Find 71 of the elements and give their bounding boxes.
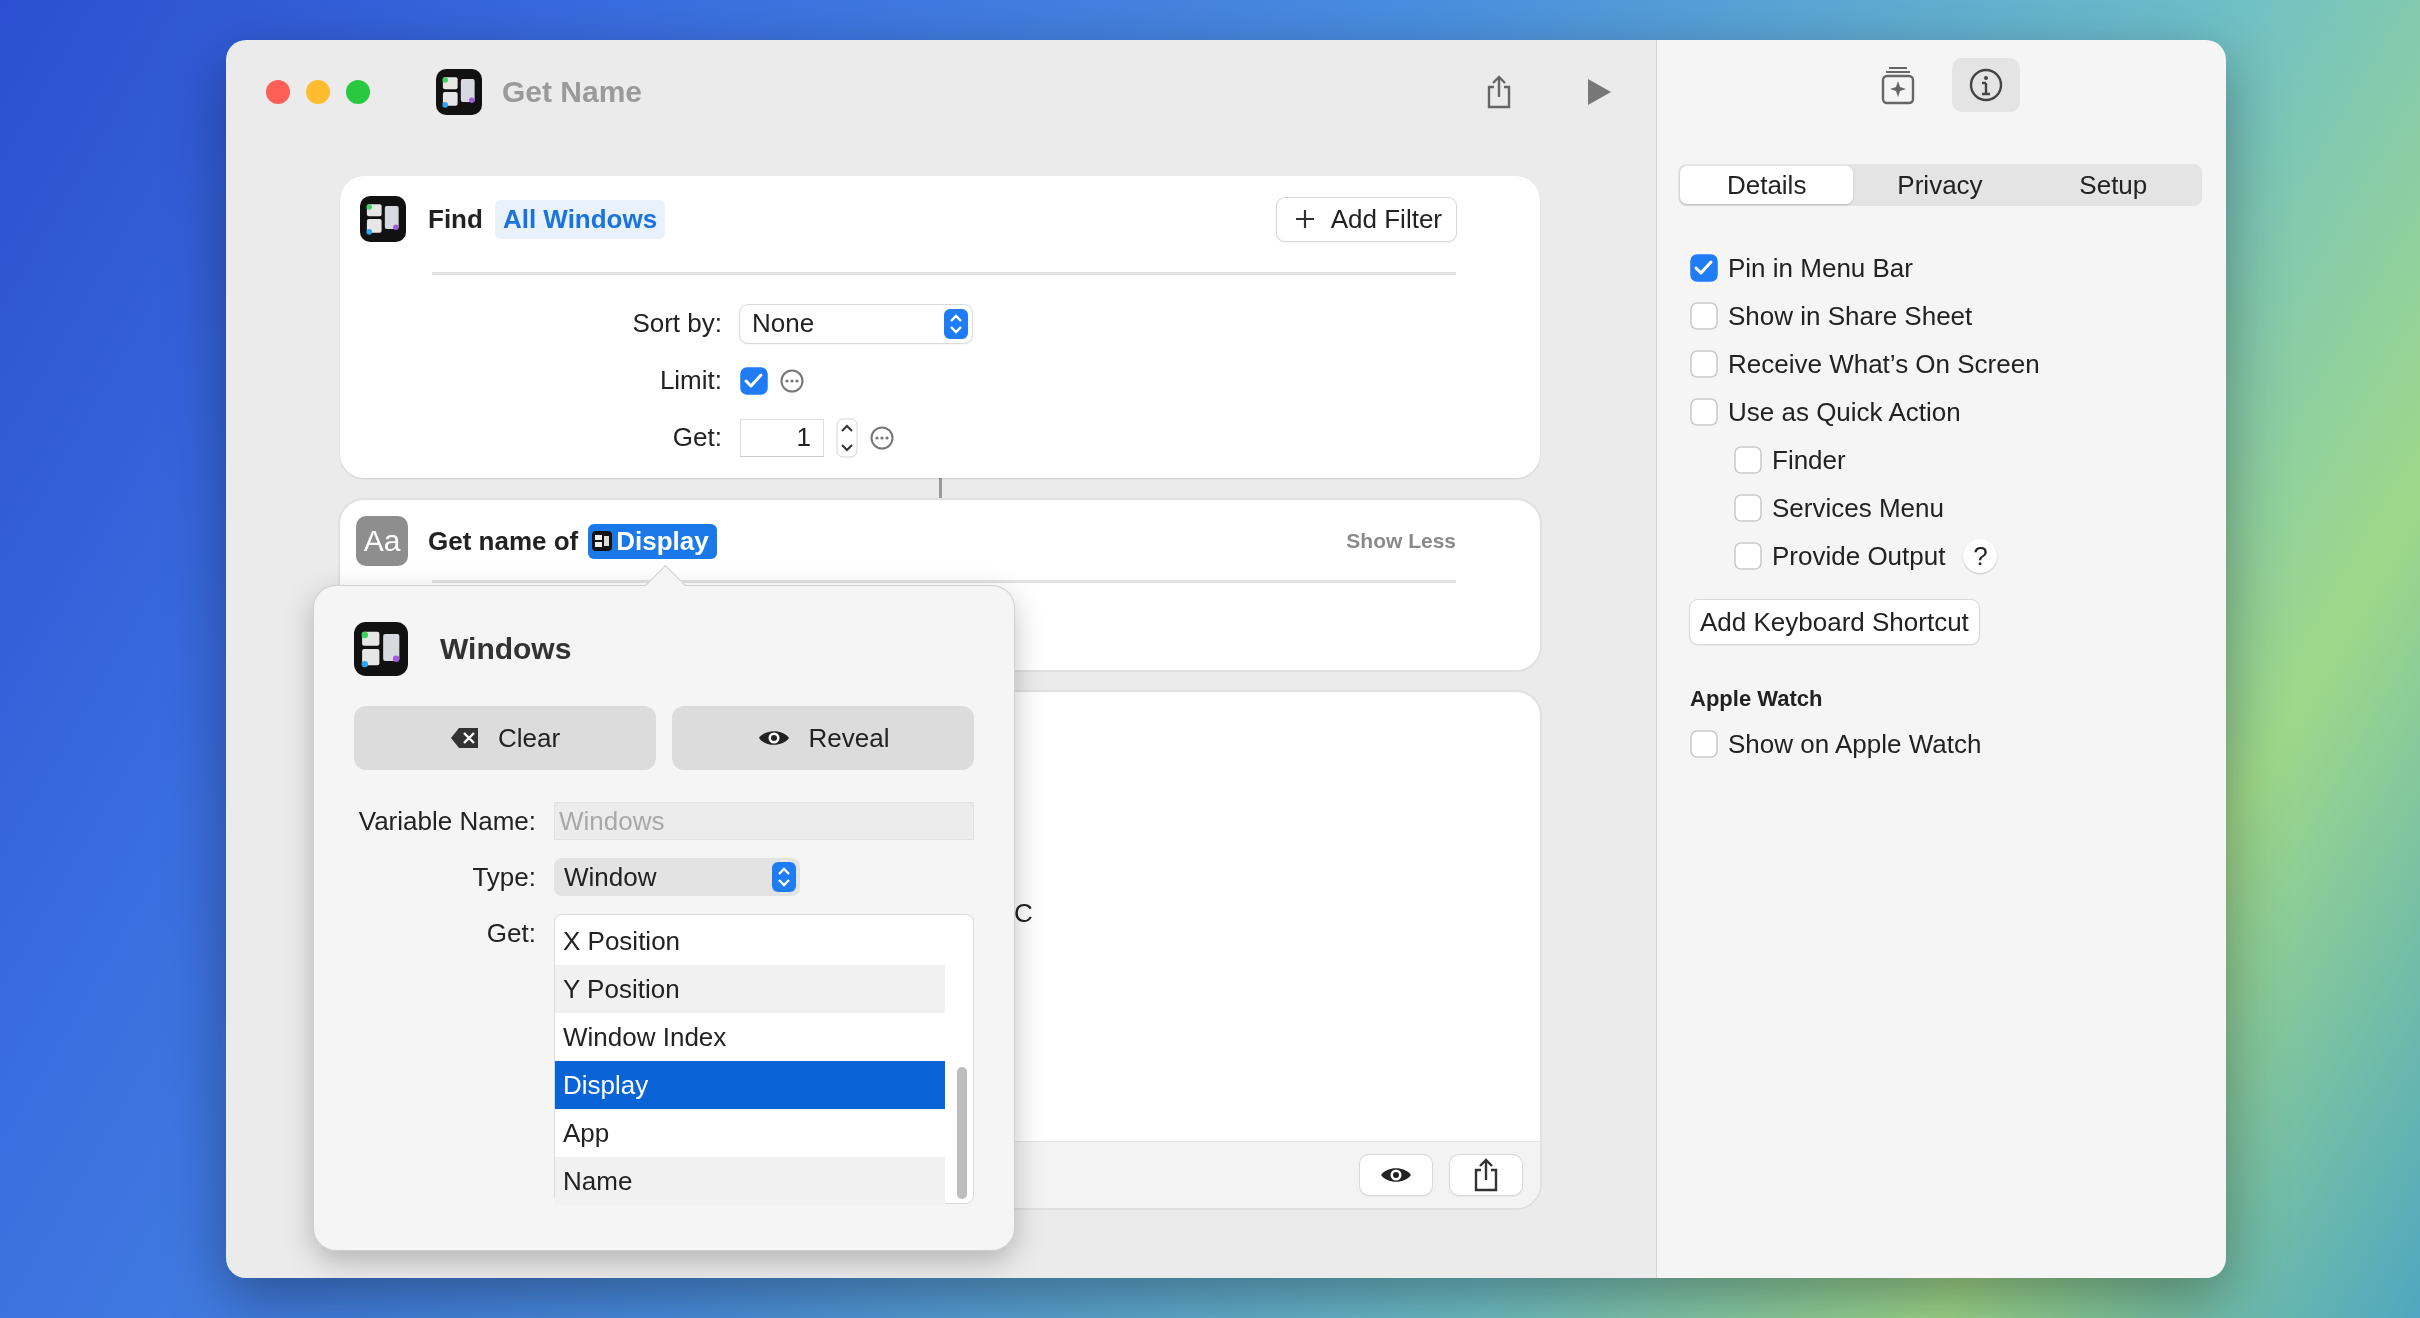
checkbox[interactable] bbox=[1690, 730, 1718, 758]
eye-icon bbox=[1379, 1165, 1413, 1185]
scrollbar[interactable] bbox=[957, 1067, 967, 1199]
tab[interactable]: Setup bbox=[2026, 166, 2200, 204]
checkbox[interactable] bbox=[1734, 494, 1762, 522]
tab[interactable]: Privacy bbox=[1853, 166, 2027, 204]
more-icon[interactable] bbox=[780, 368, 804, 393]
section-heading: Apple Watch bbox=[1690, 686, 1824, 712]
text-action-icon: Aa bbox=[356, 516, 408, 566]
action-title: Find bbox=[428, 203, 483, 235]
variable-token[interactable]: All Windows bbox=[494, 199, 666, 239]
close-button[interactable] bbox=[266, 80, 290, 104]
checkbox-label: Provide Output bbox=[1772, 540, 1946, 572]
popover-title: Windows bbox=[440, 632, 572, 666]
list-item[interactable]: Name bbox=[555, 1157, 945, 1205]
preview-button[interactable] bbox=[1360, 1155, 1432, 1195]
checkbox[interactable] bbox=[1690, 302, 1718, 330]
field-label: Variable Name: bbox=[357, 805, 536, 837]
type-popup[interactable]: Window bbox=[554, 858, 800, 896]
field-label: Get: bbox=[485, 917, 536, 949]
info-button[interactable] bbox=[1951, 58, 2020, 112]
action-title: Get name of bbox=[428, 525, 579, 557]
stepper[interactable] bbox=[836, 417, 858, 458]
library-icon bbox=[1880, 65, 1915, 105]
windows-app-icon bbox=[354, 622, 408, 676]
add-shortcut-button[interactable]: Add Keyboard Shortcut bbox=[1690, 600, 1979, 644]
checkbox[interactable] bbox=[1690, 254, 1718, 282]
tab[interactable]: Details bbox=[1680, 166, 1854, 204]
sort-popup[interactable]: None bbox=[740, 304, 972, 343]
reveal-button[interactable]: Reveal bbox=[672, 706, 974, 770]
info-icon bbox=[1968, 68, 2003, 102]
plus-icon bbox=[1294, 209, 1315, 229]
share-icon[interactable] bbox=[1473, 1158, 1499, 1192]
share-button[interactable] bbox=[1450, 1155, 1522, 1195]
help-button[interactable]: ? bbox=[1963, 539, 1998, 573]
checkbox-label: Services Menu bbox=[1772, 492, 1944, 524]
field-label: Type: bbox=[471, 861, 536, 893]
checkbox[interactable] bbox=[1734, 446, 1762, 474]
list-item[interactable]: Window Index bbox=[555, 1013, 945, 1061]
field-label: Get: bbox=[671, 422, 723, 453]
chevron-icon bbox=[944, 308, 968, 339]
field-label: Sort by: bbox=[631, 308, 723, 339]
delete-icon bbox=[449, 727, 480, 749]
shortcut-icon bbox=[436, 69, 482, 115]
checkbox-label: Show on Apple Watch bbox=[1728, 728, 1982, 760]
list-item[interactable]: Y Position bbox=[555, 965, 945, 1013]
number-field[interactable]: 1 bbox=[740, 418, 824, 457]
checkbox[interactable] bbox=[1690, 350, 1718, 378]
run-icon[interactable] bbox=[1586, 78, 1612, 106]
list-item[interactable]: Display bbox=[555, 1061, 945, 1109]
checkbox[interactable] bbox=[1734, 542, 1762, 570]
eye-icon bbox=[756, 728, 791, 748]
checkbox[interactable] bbox=[740, 366, 768, 395]
checkbox-label: Show in Share Sheet bbox=[1728, 300, 1973, 332]
list-item[interactable]: App bbox=[555, 1109, 945, 1157]
more-icon[interactable] bbox=[870, 425, 894, 450]
variable-token[interactable]: Display bbox=[588, 523, 717, 559]
field-label: Limit: bbox=[658, 365, 723, 396]
checkbox[interactable] bbox=[1690, 398, 1718, 426]
checkbox-label: Use as Quick Action bbox=[1728, 396, 1961, 428]
checkbox-label: Receive What’s On Screen bbox=[1728, 348, 2040, 380]
chevron-icon bbox=[772, 862, 796, 892]
output-text: C bbox=[1014, 898, 1033, 929]
add-filter-button[interactable]: Add Filter bbox=[1276, 197, 1456, 241]
shortcut-icon bbox=[360, 196, 406, 242]
window-icon bbox=[592, 531, 613, 551]
list-item[interactable]: X Position bbox=[555, 917, 945, 965]
checkbox-label: Finder bbox=[1772, 444, 1846, 476]
checkbox-label: Pin in Menu Bar bbox=[1728, 252, 1913, 284]
window-title: Get Name bbox=[502, 75, 644, 109]
clear-button[interactable]: Clear bbox=[354, 706, 656, 770]
